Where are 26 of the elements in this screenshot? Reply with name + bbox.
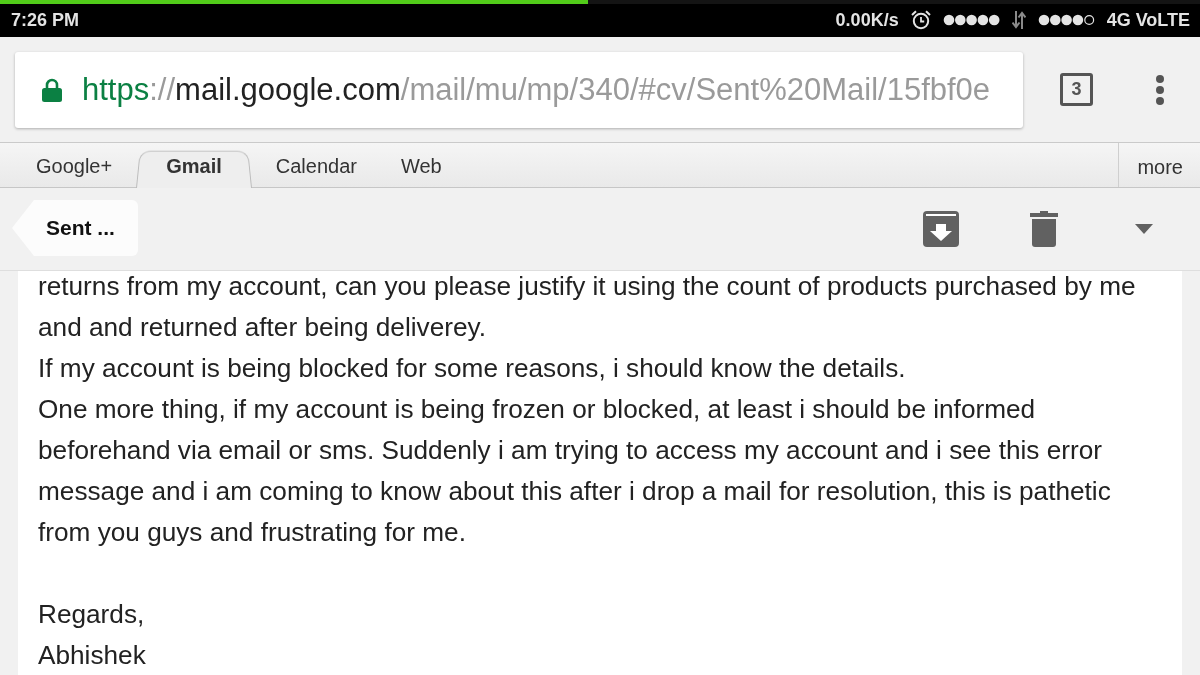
menu-icon[interactable]	[1155, 73, 1165, 106]
app-tab[interactable]: Web	[378, 143, 464, 187]
app-tab[interactable]: Calendar	[253, 143, 379, 187]
email-closing: Regards,	[38, 598, 146, 631]
back-button[interactable]: Sent ...	[12, 200, 138, 256]
archive-icon[interactable]	[923, 211, 959, 247]
email-paragraph: One more thing, if my account is being frozen or blocked, at least i should be informed beforehand via email or sms. Suddenly i am trying to access my account and i see this error message and i am coming to know about this after i drop a mail for resolution, this is pathetic from you guys and frustrating for me.	[38, 393, 1112, 549]
email-paragraph: If my account is being blocked for some reasons, i should know the details.	[38, 352, 907, 385]
email-paragraph: returns from my account, can you please justify it using the count of products purchased by me and and returned after being deliverey.	[38, 271, 1137, 344]
network-speed: 0.00K/s	[835, 9, 899, 31]
alarm-clock-icon	[910, 10, 931, 30]
tab-switcher-button[interactable]: 3	[1060, 73, 1093, 106]
network-type: 4G VoLTE	[1106, 9, 1190, 31]
more-tab[interactable]: more	[1118, 143, 1200, 187]
lock-icon	[42, 77, 62, 102]
signal-strength-icon	[942, 14, 1000, 26]
url-text: https://mail.google.com/mail/mu/mp/340/#cv/Sent%20Mail/15fbf0e	[82, 71, 991, 108]
caret-icon[interactable]	[1135, 224, 1153, 234]
address-bar[interactable]: https://mail.google.com/mail/mu/mp/340/#cv/Sent%20Mail/15fbf0e	[15, 51, 1023, 128]
email-signature: Abhishek	[38, 639, 147, 672]
data-transfer-icon	[1011, 11, 1026, 29]
app-tab[interactable]: Google+	[14, 143, 135, 187]
signal-strength-icon	[1037, 14, 1095, 26]
app-tab[interactable]: Gmail	[136, 143, 252, 187]
trash-icon[interactable]	[1030, 211, 1058, 247]
status-time: 7:26 PM	[11, 9, 80, 31]
